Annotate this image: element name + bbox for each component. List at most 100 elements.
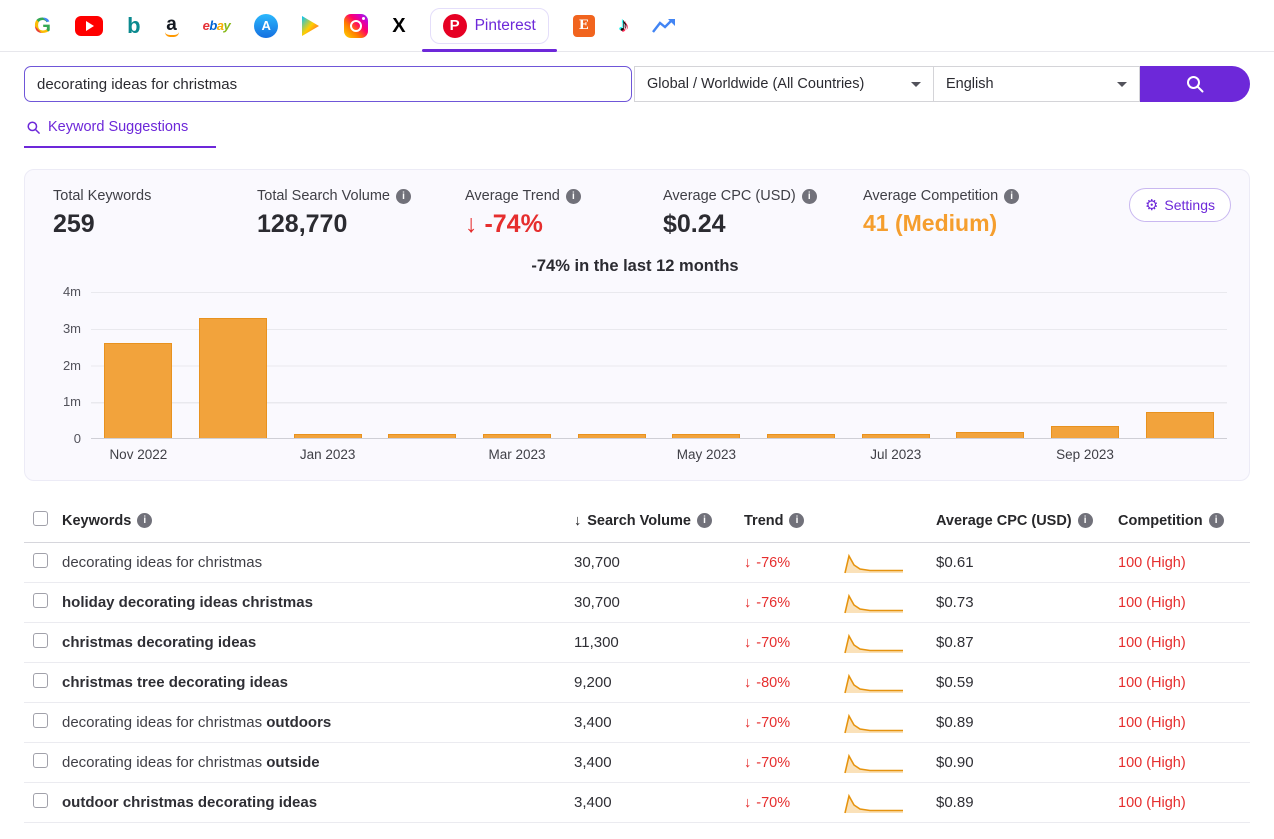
tab-googleplay[interactable] — [290, 0, 332, 51]
stat-label: Total Keywords — [53, 188, 257, 204]
chart-x-tick — [943, 447, 1038, 462]
tab-google[interactable]: G — [22, 0, 63, 51]
tab-bing[interactable]: b — [115, 0, 152, 51]
row-checkbox[interactable] — [33, 593, 48, 608]
bing-icon: b — [127, 15, 140, 37]
trend-cell: ↓-70% — [744, 795, 844, 811]
row-checkbox[interactable] — [33, 713, 48, 728]
tab-tiktok[interactable]: ♪ — [607, 0, 641, 51]
pinterest-icon: P — [443, 14, 467, 38]
search-volume-cell: 30,700 — [574, 594, 744, 611]
chart-bar — [672, 434, 740, 438]
tab-x[interactable]: X — [380, 0, 417, 51]
info-icon[interactable] — [789, 513, 804, 528]
gear-icon: ⚙ — [1145, 198, 1158, 213]
stat-average-competition: Average Competition 41 (Medium) — [863, 188, 1129, 237]
trend-sparkline — [844, 552, 936, 574]
amazon-icon: a — [165, 15, 179, 37]
stat-label: Average CPC (USD) — [663, 188, 796, 204]
tab-keyword-suggestions[interactable]: Keyword Suggestions — [24, 117, 216, 148]
trend-sparkline — [844, 712, 936, 734]
region-select[interactable]: Global / Worldwide (All Countries) — [634, 66, 934, 102]
row-checkbox[interactable] — [33, 553, 48, 568]
tab-youtube[interactable] — [63, 0, 115, 51]
cpc-cell: $0.90 — [936, 754, 1118, 771]
row-checkbox[interactable] — [33, 673, 48, 688]
info-icon[interactable] — [802, 189, 817, 204]
info-icon[interactable] — [137, 513, 152, 528]
info-icon[interactable] — [1209, 513, 1224, 528]
table-row: holiday decorating ideas christmas 30,70… — [24, 583, 1250, 623]
trend-down-icon: ↓ — [744, 635, 751, 651]
keyword-cell: christmas tree decorating ideas — [62, 674, 574, 691]
tab-label: Keyword Suggestions — [48, 119, 188, 135]
competition-cell: 100 (High) — [1118, 675, 1250, 691]
keyword-cell: decorating ideas for christmas — [62, 554, 574, 571]
chart-x-tick — [186, 447, 281, 462]
cpc-cell: $0.89 — [936, 794, 1118, 811]
row-checkbox[interactable] — [33, 633, 48, 648]
keyword-table-body: decorating ideas for christmas 30,700 ↓-… — [24, 543, 1250, 823]
chart-x-tick — [1132, 447, 1227, 462]
trend-down-icon: ↓ — [744, 715, 751, 731]
tiktok-icon: ♪ — [619, 16, 629, 35]
info-icon[interactable] — [697, 513, 712, 528]
trend-sparkline — [844, 592, 936, 614]
chart-bar — [956, 432, 1024, 438]
cpc-cell: $0.87 — [936, 634, 1118, 651]
trend-down-icon: ↓ — [465, 210, 478, 238]
cpc-cell: $0.61 — [936, 554, 1118, 571]
search-button[interactable] — [1140, 66, 1250, 102]
competition-header: Competition — [1118, 513, 1203, 529]
search-volume-cell: 30,700 — [574, 554, 744, 571]
settings-button[interactable]: ⚙ Settings — [1129, 188, 1231, 222]
keyword-cell: decorating ideas for christmas outside — [62, 754, 574, 771]
chart-bar — [578, 434, 646, 438]
table-row: decorating ideas for christmas 30,700 ↓-… — [24, 543, 1250, 583]
stat-average-cpc: Average CPC (USD) $0.24 — [663, 188, 863, 239]
etsy-icon: E — [573, 15, 595, 37]
stat-total-keywords: Total Keywords 259 — [53, 188, 257, 239]
row-checkbox[interactable] — [33, 793, 48, 808]
select-all-checkbox[interactable] — [33, 511, 48, 526]
cpc-cell: $0.59 — [936, 674, 1118, 691]
chart-x-tick: Jul 2023 — [848, 447, 943, 462]
search-volume-header[interactable]: ↓Search Volume — [574, 513, 744, 529]
keyword-cell: holiday decorating ideas christmas — [62, 594, 574, 611]
chart-bar — [388, 434, 456, 438]
tab-appstore[interactable]: A — [242, 0, 290, 51]
stat-label: Average Trend — [465, 188, 560, 204]
keyword-search-input[interactable] — [24, 66, 632, 102]
appstore-icon: A — [254, 14, 278, 38]
keyword-cell: christmas decorating ideas — [62, 634, 574, 651]
tab-pinterest[interactable]: P Pinterest — [418, 0, 561, 51]
row-checkbox[interactable] — [33, 753, 48, 768]
search-volume-header-label: Search Volume — [587, 513, 691, 529]
tab-amazon[interactable]: a — [153, 0, 191, 51]
info-icon[interactable] — [1004, 189, 1019, 204]
tab-etsy[interactable]: E — [561, 0, 607, 51]
trend-cell: ↓-76% — [744, 555, 844, 571]
stat-value: 41 (Medium) — [863, 210, 1129, 237]
info-icon[interactable] — [1078, 513, 1093, 528]
trend-down-icon: ↓ — [744, 595, 751, 611]
tab-instagram[interactable] — [332, 0, 380, 51]
info-icon[interactable] — [396, 189, 411, 204]
tab-google-trends[interactable] — [640, 0, 688, 51]
trend-header: Trend — [744, 513, 783, 529]
search-volume-cell: 3,400 — [574, 754, 744, 771]
stat-value: 259 — [53, 210, 257, 239]
language-select[interactable]: English — [934, 66, 1140, 102]
search-volume-chart: 4m3m2m1m0 Nov 2022Jan 2023Mar 2023May 20… — [39, 292, 1231, 468]
settings-button-label: Settings — [1164, 197, 1215, 213]
tab-ebay[interactable]: ebay — [191, 0, 243, 51]
search-volume-cell: 9,200 — [574, 674, 744, 691]
trends-icon — [652, 18, 676, 34]
trend-cell: ↓-70% — [744, 715, 844, 731]
competition-cell: 100 (High) — [1118, 795, 1250, 811]
chevron-down-icon — [911, 82, 921, 87]
chart-bar — [104, 343, 172, 438]
info-icon[interactable] — [566, 189, 581, 204]
stat-average-trend: Average Trend ↓ -74% — [465, 188, 663, 239]
chart-x-tick — [375, 447, 470, 462]
